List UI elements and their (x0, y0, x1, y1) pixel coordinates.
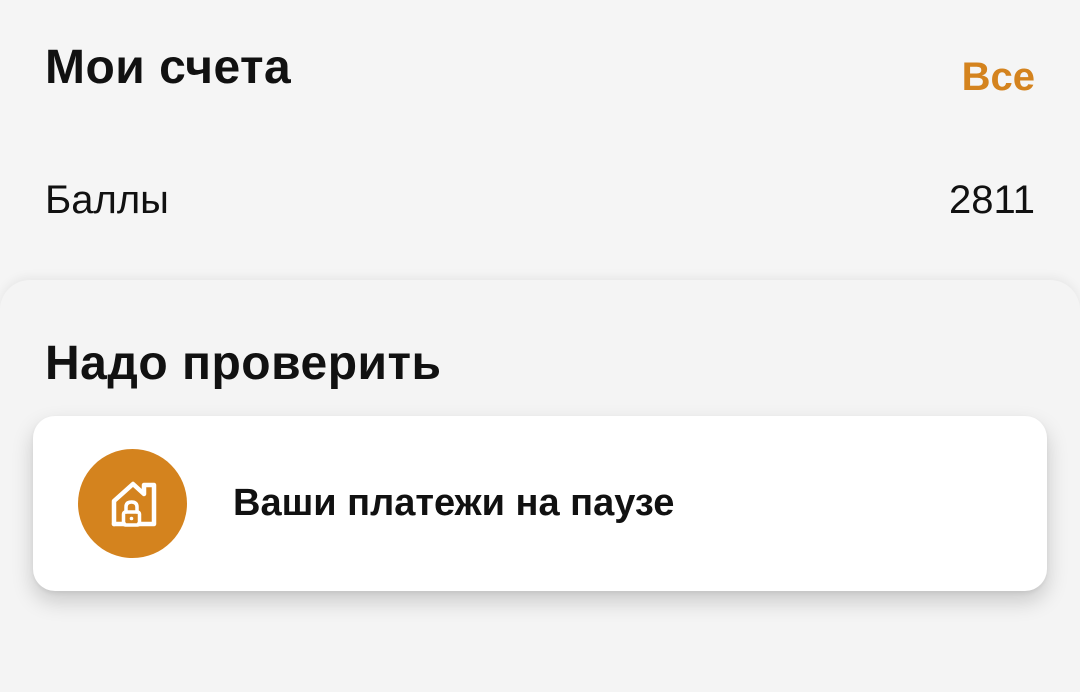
points-label: Баллы (45, 178, 169, 222)
accounts-header: Мои счета Все (45, 38, 1035, 108)
house-lock-icon (78, 449, 187, 558)
all-accounts-link[interactable]: Все (962, 52, 1035, 102)
points-row[interactable]: Баллы 2811 (45, 170, 1035, 230)
check-panel: Надо проверить Ваши платежи на паузе (0, 280, 1080, 692)
screen: Мои счета Все Баллы 2811 Надо проверить … (0, 0, 1080, 692)
check-title: Надо проверить (45, 337, 442, 390)
payments-paused-card[interactable]: Ваши платежи на паузе (33, 416, 1047, 591)
accounts-title: Мои счета (45, 41, 292, 94)
payments-paused-text: Ваши платежи на паузе (233, 482, 675, 524)
points-value: 2811 (948, 178, 1035, 222)
